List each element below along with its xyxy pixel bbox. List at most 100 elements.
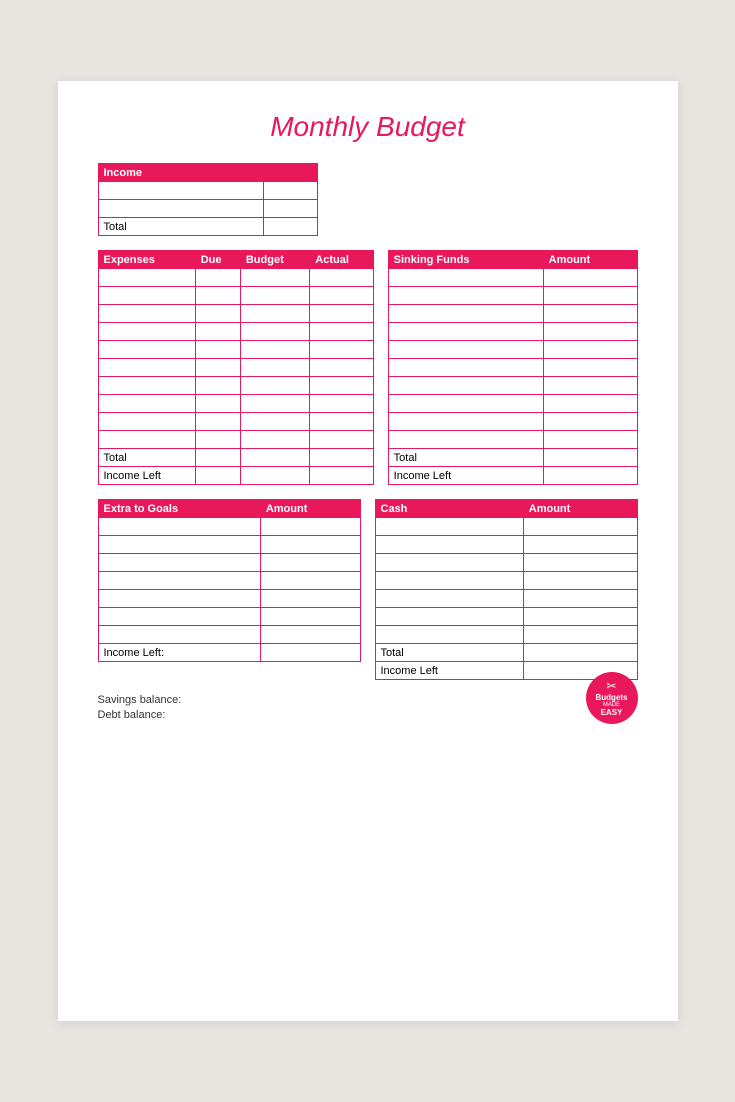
sinking-funds-total-row: Total [388,449,637,467]
income-value-2 [264,200,317,218]
expenses-row [98,323,373,341]
expenses-header-row: Expenses Due Budget Actual [98,251,373,269]
income-section: Income Total [98,163,638,236]
extra-goals-col-2: Amount [260,500,360,518]
extra-goals-table: Extra to Goals Amount Income Left: [98,499,361,662]
income-value-1 [264,182,317,200]
sinking-funds-income-left-row: Income Left [388,467,637,485]
expenses-table: Expenses Due Budget Actual Total [98,250,374,485]
cash-header-row: Cash Amount [375,500,637,518]
cash-table: Cash Amount Total Income Left [375,499,638,680]
bottom-row: Extra to Goals Amount Income Left: [98,499,638,680]
expenses-row [98,341,373,359]
expenses-total-label: Total [98,449,195,467]
extra-goals-income-left-value [260,644,360,662]
income-name-1 [98,182,264,200]
cash-row [375,608,637,626]
extra-goals-income-left-label: Income Left: [98,644,260,662]
sinking-funds-row [388,359,637,377]
expenses-row [98,305,373,323]
extra-goals-col-1: Extra to Goals [98,500,260,518]
expenses-total-budget [240,449,309,467]
expenses-row [98,413,373,431]
extra-goals-header-row: Extra to Goals Amount [98,500,360,518]
extra-goals-row [98,608,360,626]
logo-area: ✂ Budgets MADE EASY [586,672,638,724]
expenses-col-3: Budget [240,251,309,269]
expenses-row [98,377,373,395]
cash-income-left-label: Income Left [375,662,523,680]
sinking-funds-row [388,431,637,449]
cash-row [375,626,637,644]
extra-goals-row [98,572,360,590]
expenses-row [98,269,373,287]
sinking-funds-row [388,395,637,413]
sinking-funds-row [388,287,637,305]
extra-goals-row [98,626,360,644]
extra-goals-section: Extra to Goals Amount Income Left: [98,499,361,680]
sinking-funds-income-left-value [543,467,637,485]
main-row: Expenses Due Budget Actual Total [98,250,638,485]
page-title: Monthly Budget [98,111,638,143]
cash-row [375,554,637,572]
sinking-funds-table: Sinking Funds Amount Total Income [388,250,638,485]
sinking-funds-row [388,413,637,431]
savings-balance: Savings balance: [98,694,182,706]
income-row-1 [98,182,317,200]
sinking-funds-header-row: Sinking Funds Amount [388,251,637,269]
logo: ✂ Budgets MADE EASY [586,672,638,724]
logo-easy: EASY [601,708,623,717]
expenses-income-left-row: Income Left [98,467,373,485]
sinking-funds-income-left-label: Income Left [388,467,543,485]
income-header-row: Income [98,164,317,182]
cash-total-row: Total [375,644,637,662]
income-header: Income [98,164,317,182]
extra-goals-row [98,536,360,554]
cash-total-label: Total [375,644,523,662]
income-name-2 [98,200,264,218]
cash-col-2: Amount [523,500,637,518]
extra-goals-row [98,518,360,536]
expenses-col-2: Due [195,251,240,269]
cash-row [375,590,637,608]
income-row-2 [98,200,317,218]
expenses-total-due [195,449,240,467]
expenses-income-left-budget [240,467,309,485]
cash-total-value [523,644,637,662]
expenses-row [98,395,373,413]
income-total-value [264,218,317,236]
expenses-income-left-due [195,467,240,485]
cash-row [375,536,637,554]
page: Monthly Budget Income Total [58,81,678,1021]
expenses-section: Expenses Due Budget Actual Total [98,250,374,485]
logo-budgets: Budgets [596,694,628,703]
cash-col-1: Cash [375,500,523,518]
expenses-col-1: Expenses [98,251,195,269]
extra-goals-row [98,554,360,572]
expenses-col-4: Actual [310,251,373,269]
sinking-funds-total-label: Total [388,449,543,467]
extra-goals-income-left-row: Income Left: [98,644,360,662]
sinking-funds-row [388,305,637,323]
debt-balance: Debt balance: [98,709,182,721]
sinking-funds-section: Sinking Funds Amount Total Income [388,250,638,485]
expenses-row [98,431,373,449]
sinking-funds-row [388,323,637,341]
sinking-funds-col-1: Sinking Funds [388,251,543,269]
sinking-funds-row [388,269,637,287]
expenses-income-left-label: Income Left [98,467,195,485]
cash-row [375,518,637,536]
income-table: Income Total [98,163,318,236]
logo-icon: ✂ [606,679,616,693]
footer: Savings balance: Debt balance: ✂ Budgets… [98,694,638,724]
expenses-total-row: Total [98,449,373,467]
cash-section: Cash Amount Total Income Left [375,499,638,680]
extra-goals-row [98,590,360,608]
footer-text-area: Savings balance: Debt balance: [98,694,182,724]
sinking-funds-row [388,377,637,395]
sinking-funds-total-value [543,449,637,467]
expenses-row [98,359,373,377]
expenses-income-left-actual [310,467,373,485]
expenses-row [98,287,373,305]
income-total-label: Total [98,218,264,236]
